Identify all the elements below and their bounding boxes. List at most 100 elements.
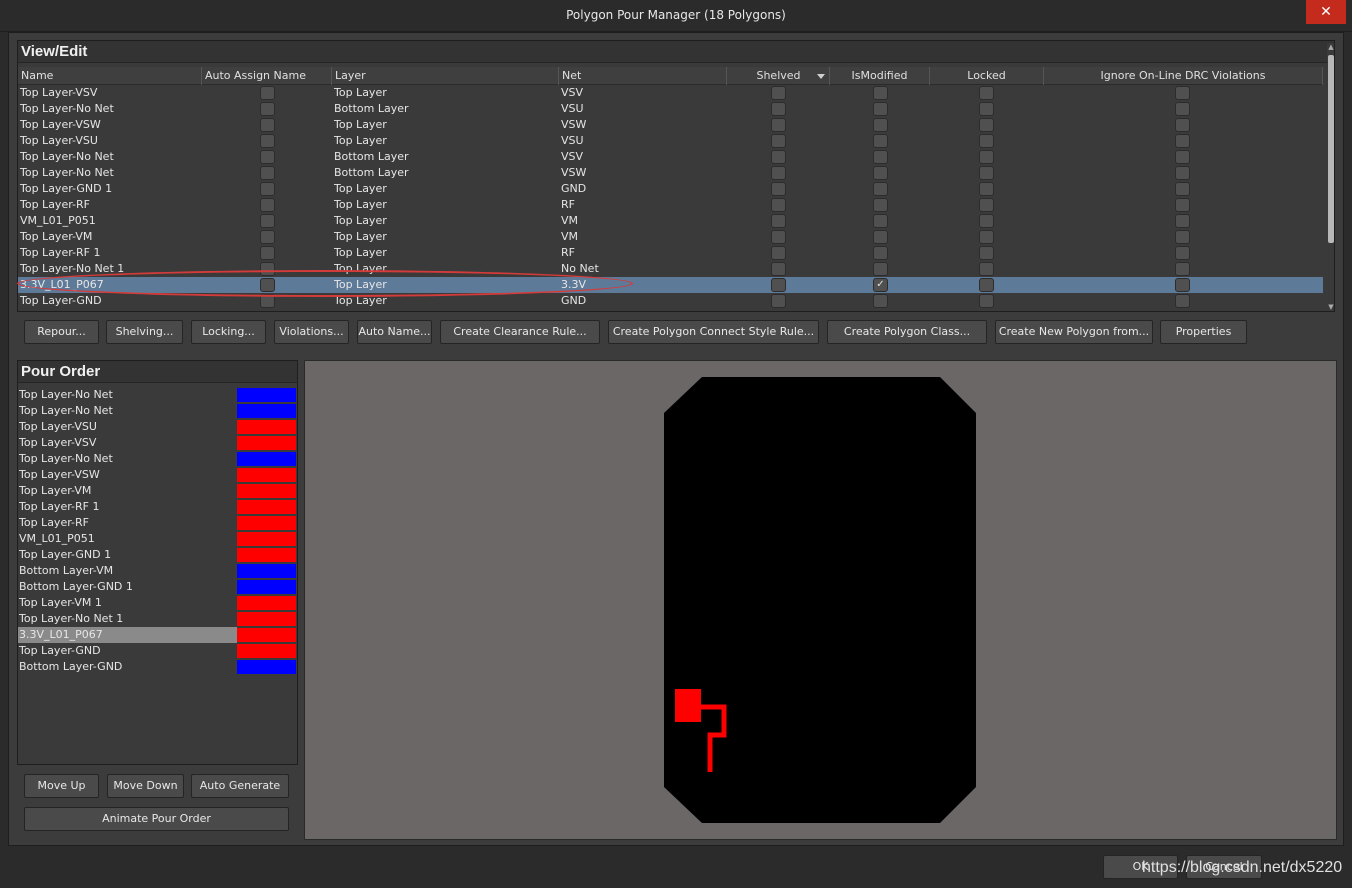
checkbox-locked[interactable] <box>979 294 994 308</box>
column-header-layer[interactable]: Layer <box>332 67 559 85</box>
checkbox-is-modified[interactable] <box>873 246 888 260</box>
list-item[interactable]: Top Layer-No Net <box>18 403 297 419</box>
checkbox-shelved[interactable] <box>771 118 786 132</box>
checkbox-is-modified[interactable] <box>873 134 888 148</box>
column-header-auto-assign-name[interactable]: Auto Assign Name <box>202 67 332 85</box>
checkbox-ignore[interactable] <box>1175 134 1190 148</box>
list-item[interactable]: Top Layer-GND 1 <box>18 547 297 563</box>
checkbox-is-modified[interactable] <box>873 214 888 228</box>
list-item[interactable]: Bottom Layer-VM <box>18 563 297 579</box>
shelving-button[interactable]: Shelving... <box>106 320 183 344</box>
checkbox-is-modified[interactable] <box>873 294 888 308</box>
checkbox-ignore[interactable] <box>1175 102 1190 116</box>
checkbox-shelved[interactable] <box>771 166 786 180</box>
checkbox-ignore[interactable] <box>1175 86 1190 100</box>
checkbox-auto[interactable] <box>260 294 275 308</box>
checkbox-locked[interactable] <box>979 166 994 180</box>
checkbox-ignore[interactable] <box>1175 198 1190 212</box>
table-row[interactable]: Top Layer-VSV Top Layer VSV <box>18 85 1323 101</box>
move-down-button[interactable]: Move Down <box>107 774 184 798</box>
checkbox-shelved[interactable] <box>771 278 786 292</box>
checkbox-locked[interactable] <box>979 150 994 164</box>
list-item[interactable]: Top Layer-RF 1 <box>18 499 297 515</box>
checkbox-auto[interactable] <box>260 246 275 260</box>
table-row[interactable]: 3.3V_L01_P067 Top Layer 3.3V ✓ <box>18 277 1323 293</box>
checkbox-ignore[interactable] <box>1175 182 1190 196</box>
checkbox-shelved[interactable] <box>771 294 786 308</box>
checkbox-auto[interactable] <box>260 166 275 180</box>
checkbox-locked[interactable] <box>979 102 994 116</box>
checkbox-auto[interactable] <box>260 86 275 100</box>
close-button[interactable]: ✕ <box>1306 0 1346 24</box>
create-new-polygon-from-button[interactable]: Create New Polygon from... <box>995 320 1153 344</box>
checkbox-locked[interactable] <box>979 86 994 100</box>
checkbox-auto[interactable] <box>260 230 275 244</box>
properties-button[interactable]: Properties <box>1160 320 1247 344</box>
checkbox-is-modified[interactable] <box>873 86 888 100</box>
checkbox-shelved[interactable] <box>771 102 786 116</box>
list-item[interactable]: Top Layer-GND <box>18 643 297 659</box>
table-row[interactable]: Top Layer-No Net Bottom Layer VSV <box>18 149 1323 165</box>
locking-button[interactable]: Locking... <box>191 320 266 344</box>
checkbox-shelved[interactable] <box>771 182 786 196</box>
checkbox-ignore[interactable] <box>1175 294 1190 308</box>
checkbox-auto[interactable] <box>260 134 275 148</box>
auto-generate-button[interactable]: Auto Generate <box>191 774 289 798</box>
checkbox-locked[interactable] <box>979 246 994 260</box>
checkbox-is-modified[interactable] <box>873 150 888 164</box>
column-header-ignore-drc[interactable]: Ignore On-Line DRC Violations <box>1044 67 1323 85</box>
checkbox-is-modified[interactable]: ✓ <box>873 278 888 292</box>
table-row[interactable]: Top Layer-RF Top Layer RF <box>18 197 1323 213</box>
checkbox-shelved[interactable] <box>771 150 786 164</box>
checkbox-locked[interactable] <box>979 118 994 132</box>
column-header-net[interactable]: Net <box>559 67 727 85</box>
table-row[interactable]: Top Layer-RF 1 Top Layer RF <box>18 245 1323 261</box>
checkbox-ignore[interactable] <box>1175 214 1190 228</box>
checkbox-is-modified[interactable] <box>873 198 888 212</box>
checkbox-auto[interactable] <box>260 214 275 228</box>
list-item[interactable]: Bottom Layer-GND <box>18 659 297 675</box>
table-row[interactable]: Top Layer-GND Top Layer GND <box>18 293 1323 309</box>
checkbox-ignore[interactable] <box>1175 166 1190 180</box>
create-polygon-connect-style-rule-button[interactable]: Create Polygon Connect Style Rule... <box>608 320 819 344</box>
list-item[interactable]: 3.3V_L01_P067 <box>18 627 297 643</box>
list-item[interactable]: Top Layer-RF <box>18 515 297 531</box>
move-up-button[interactable]: Move Up <box>24 774 99 798</box>
checkbox-shelved[interactable] <box>771 134 786 148</box>
auto-name-button[interactable]: Auto Name... <box>357 320 432 344</box>
checkbox-shelved[interactable] <box>771 246 786 260</box>
list-item[interactable]: Top Layer-VM <box>18 483 297 499</box>
checkbox-auto[interactable] <box>260 278 275 292</box>
list-item[interactable]: Top Layer-VM 1 <box>18 595 297 611</box>
column-header-shelved-cell[interactable]: Shelved <box>727 67 830 85</box>
checkbox-is-modified[interactable] <box>873 118 888 132</box>
table-row[interactable]: Top Layer-GND 1 Top Layer GND <box>18 181 1323 197</box>
checkbox-ignore[interactable] <box>1175 118 1190 132</box>
scroll-down-icon[interactable]: ▼ <box>1327 303 1334 311</box>
column-header-name[interactable]: Name <box>18 67 202 85</box>
list-item[interactable]: Top Layer-VSW <box>18 467 297 483</box>
create-polygon-class-button[interactable]: Create Polygon Class... <box>827 320 987 344</box>
checkbox-locked[interactable] <box>979 182 994 196</box>
list-item[interactable]: Top Layer-No Net <box>18 451 297 467</box>
table-row[interactable]: Top Layer-VSW Top Layer VSW <box>18 117 1323 133</box>
checkbox-shelved[interactable] <box>771 198 786 212</box>
repour-button[interactable]: Repour... <box>24 320 99 344</box>
table-row[interactable]: Top Layer-VM Top Layer VM <box>18 229 1323 245</box>
violations-button[interactable]: Violations... <box>274 320 349 344</box>
list-item[interactable]: Top Layer-VSV <box>18 435 297 451</box>
checkbox-locked[interactable] <box>979 278 994 292</box>
checkbox-auto[interactable] <box>260 198 275 212</box>
checkbox-ignore[interactable] <box>1175 262 1190 276</box>
create-clearance-rule-button[interactable]: Create Clearance Rule... <box>440 320 600 344</box>
grid-scrollbar[interactable]: ▲ ▼ <box>1327 43 1334 311</box>
list-item[interactable]: Bottom Layer-GND 1 <box>18 579 297 595</box>
checkbox-locked[interactable] <box>979 134 994 148</box>
checkbox-locked[interactable] <box>979 262 994 276</box>
checkbox-shelved[interactable] <box>771 214 786 228</box>
list-item[interactable]: VM_L01_P051 <box>18 531 297 547</box>
pour-preview-canvas[interactable] <box>304 360 1337 840</box>
table-row[interactable]: VM_L01_P051 Top Layer VM <box>18 213 1323 229</box>
column-header-locked[interactable]: Locked <box>930 67 1044 85</box>
checkbox-shelved[interactable] <box>771 86 786 100</box>
